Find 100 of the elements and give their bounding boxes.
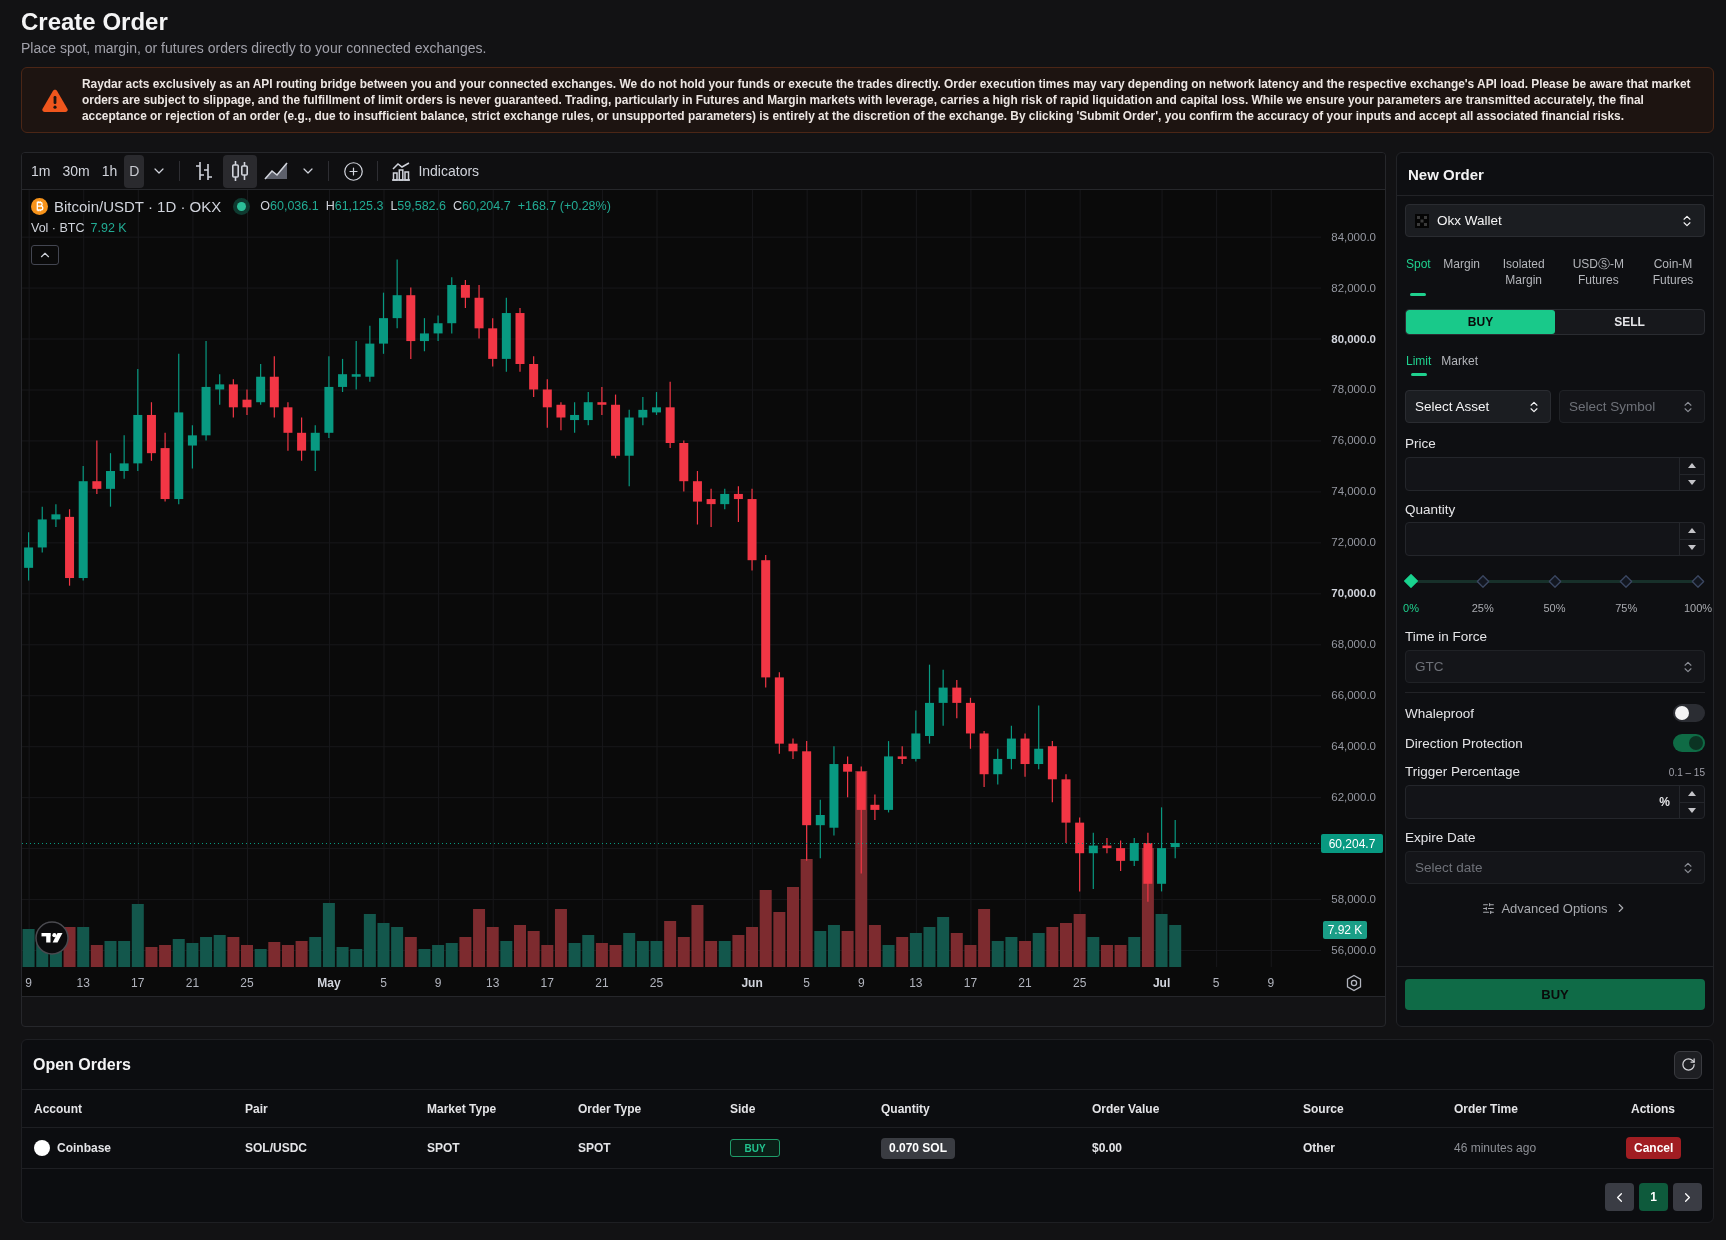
price-axis-label: 84,000.0 bbox=[1331, 230, 1376, 243]
side-tab[interactable]: BUY bbox=[1406, 310, 1555, 334]
ohlc-label: L bbox=[390, 199, 398, 213]
advanced-options-link[interactable]: Advanced Options bbox=[1482, 898, 1628, 918]
trading-mode-tab[interactable]: USDⓈ-M Futures bbox=[1567, 256, 1630, 296]
indicators-button[interactable]: Indicators bbox=[385, 154, 486, 188]
toggle-switch[interactable] bbox=[1673, 704, 1705, 722]
caret-up-icon bbox=[1688, 528, 1696, 534]
interval-tab[interactable]: 1h bbox=[96, 154, 123, 188]
date-axis-label: 25 bbox=[240, 976, 254, 990]
column-header: Order Time bbox=[1454, 1101, 1518, 1116]
slider-mark-label: 75% bbox=[1614, 601, 1639, 615]
column-header: Quantity bbox=[881, 1101, 930, 1116]
asset-select[interactable]: Select Asset bbox=[1405, 390, 1551, 423]
price-axis-label: 72,000.0 bbox=[1331, 536, 1376, 549]
ohlc-label: C bbox=[453, 199, 463, 213]
slider-mark-label: 50% bbox=[1542, 601, 1567, 615]
date-axis-label: 25 bbox=[1072, 976, 1087, 990]
date-axis-label: 13 bbox=[76, 976, 90, 990]
wallet-select[interactable]: Okx Wallet bbox=[1405, 204, 1705, 237]
unit-label: % bbox=[1659, 795, 1671, 809]
order-type-tab[interactable]: Market bbox=[1441, 353, 1479, 376]
caret-down-icon bbox=[1688, 479, 1696, 485]
diamond-icon bbox=[1548, 574, 1561, 588]
trading-mode-tab[interactable]: Coin-M Futures bbox=[1642, 256, 1704, 296]
interval-tab[interactable]: D bbox=[124, 154, 145, 188]
field-label: Expire Date bbox=[1405, 830, 1476, 846]
ohlc-value: 60,204.7 bbox=[462, 199, 511, 213]
side-badge: BUY bbox=[730, 1139, 780, 1157]
column-header: Order Type bbox=[578, 1101, 642, 1116]
price-field[interactable] bbox=[1405, 457, 1705, 491]
interval-tab[interactable]: 30m bbox=[57, 154, 95, 188]
trigger-field[interactable]: % bbox=[1405, 785, 1705, 819]
date-axis-label: 9 bbox=[25, 976, 32, 990]
price-axis-label: 64,000.0 bbox=[1331, 740, 1376, 753]
price-axis-label: 74,000.0 bbox=[1331, 485, 1376, 498]
table-cell: SPOT bbox=[578, 1141, 611, 1155]
next-page-button[interactable] bbox=[1673, 1183, 1702, 1211]
trading-mode-tab[interactable]: Spot bbox=[1406, 256, 1431, 296]
toggle-switch[interactable] bbox=[1673, 734, 1705, 752]
column-header: Source bbox=[1303, 1101, 1344, 1116]
warning-icon bbox=[42, 88, 68, 112]
slider-thumb[interactable] bbox=[1404, 574, 1418, 588]
warning-text: Raydar acts exclusively as an API routing bridge between you and your connected exchanges. We do not hold your funds or execute the trades directly. Order execution times may vary depending on network latency and the respective exchange's API load. Please be aware that market orders are subject to slippage, and the fulfillment of limit orders is never guaranteed. Trading, particularly in Futures and Margin markets with leverage, carries a high risk of rapid liquidation and capital loss. While we ensure your parameters are transmitted accurately, the final acceptance or rejection of an order (e.g., due to insufficient balance, strict exchange rules, or unsupported parameters) is entirely at the discretion of the exchange. By clicking 'Submit Order', you confirm the accuracy of your inputs and accept all associated financial risks. bbox=[82, 76, 1692, 124]
ohlc-label: O bbox=[260, 199, 270, 213]
interval-tab[interactable]: 1m bbox=[26, 154, 56, 188]
trading-mode-tab[interactable]: Isolated Margin bbox=[1492, 256, 1555, 296]
cancel-button[interactable]: Cancel bbox=[1626, 1137, 1682, 1159]
caret-up-icon bbox=[1688, 463, 1696, 469]
date-axis-label: 17 bbox=[540, 976, 554, 990]
coin-icon bbox=[31, 197, 48, 215]
order-type-tab[interactable]: Limit bbox=[1406, 353, 1432, 376]
settings-icon[interactable] bbox=[1346, 974, 1362, 992]
date-axis-label: 25 bbox=[649, 976, 664, 990]
symbol-title: Bitcoin/USDT · 1D · OKX bbox=[54, 197, 222, 215]
refresh-button[interactable] bbox=[1674, 1050, 1702, 1079]
toggle-label: Direction Protection bbox=[1405, 735, 1523, 751]
price-axis-label: 66,000.0 bbox=[1331, 689, 1376, 702]
column-header: Market Type bbox=[427, 1101, 497, 1116]
date-axis-label: 5 bbox=[1212, 976, 1220, 990]
toggle-label: Whaleproof bbox=[1405, 705, 1475, 721]
field-label: Quantity bbox=[1405, 502, 1456, 518]
indicators-icon bbox=[391, 161, 412, 181]
plus-circle-icon bbox=[342, 160, 364, 182]
caret-down-icon bbox=[1688, 544, 1696, 550]
caret-up-icon bbox=[1688, 791, 1696, 797]
sliders-icon bbox=[1482, 901, 1496, 915]
quantity-field[interactable] bbox=[1405, 522, 1705, 556]
price-axis-label: 62,000.0 bbox=[1331, 791, 1376, 804]
chart-type-button[interactable] bbox=[223, 154, 258, 188]
diamond-icon bbox=[1476, 574, 1490, 588]
area-chart-icon bbox=[264, 162, 289, 180]
volume-tag: 7.92 K bbox=[1323, 921, 1367, 939]
last-price-tag: 60,204.7 bbox=[1321, 834, 1383, 853]
candlestick-icon bbox=[231, 160, 250, 182]
trading-mode-tab[interactable]: Margin bbox=[1443, 256, 1481, 296]
previous-page-button[interactable] bbox=[1605, 1183, 1634, 1211]
price-axis-label: 76,000.0 bbox=[1331, 434, 1376, 447]
slider-mark-label: 0% bbox=[1402, 601, 1420, 615]
table-cell: SPOT bbox=[427, 1141, 460, 1155]
price-axis-label: 56,000.0 bbox=[1331, 944, 1376, 957]
date-axis-label: 5 bbox=[380, 976, 387, 990]
date-axis-label: 21 bbox=[1018, 976, 1032, 990]
price-axis-label: 68,000.0 bbox=[1331, 638, 1376, 651]
panel-title: New Order bbox=[1408, 165, 1484, 183]
date-axis-label: 9 bbox=[857, 976, 865, 990]
section-title: Open Orders bbox=[33, 1055, 131, 1074]
date-axis-label: 17 bbox=[131, 976, 145, 990]
date-select[interactable]: Select date bbox=[1405, 851, 1705, 884]
side-tab[interactable]: SELL bbox=[1555, 310, 1704, 334]
ohlc-value: 60,036.1 bbox=[270, 199, 319, 213]
diamond-icon bbox=[1691, 574, 1705, 588]
date-axis-label: 9 bbox=[434, 976, 442, 990]
date-axis-label: May bbox=[317, 976, 341, 990]
page-button[interactable]: 1 bbox=[1639, 1183, 1668, 1211]
date-axis-label: 17 bbox=[963, 976, 978, 990]
range-hint: 0.1 – 15 bbox=[1668, 766, 1705, 778]
column-header: Order Value bbox=[1092, 1101, 1160, 1116]
ohlc-value: 61,125.3 bbox=[334, 199, 384, 213]
table-cell: Other bbox=[1303, 1141, 1335, 1155]
